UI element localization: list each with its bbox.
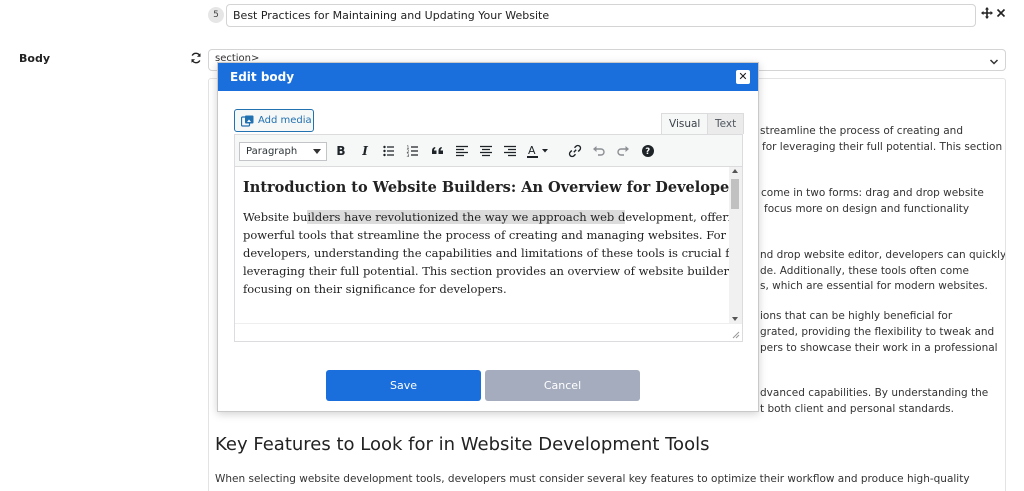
svg-text:A: A (528, 144, 536, 157)
redo-icon[interactable] (615, 143, 631, 159)
undo-icon[interactable] (591, 143, 607, 159)
body-field-label: Body (19, 52, 50, 65)
scroll-thumb[interactable] (731, 179, 739, 209)
close-icon[interactable]: ✕ (736, 70, 750, 84)
preview-line: come in two forms: drag and drop website (761, 187, 984, 199)
align-center-icon[interactable] (478, 143, 494, 159)
chevron-down-icon (989, 53, 999, 65)
content-paragraph-line: powerful tools that streamline the proce… (243, 228, 727, 242)
scroll-down-arrow-icon[interactable] (732, 317, 738, 321)
edit-body-modal: Edit body ✕ Add media Visual Text Paragr… (217, 62, 759, 412)
align-right-icon[interactable] (502, 143, 518, 159)
save-button[interactable]: Save (326, 370, 481, 401)
format-select-value: Paragraph (246, 146, 298, 157)
content-paragraph-line: developers, understanding the capabiliti… (243, 246, 729, 260)
content-paragraph-line: focusing on their significance for devel… (243, 282, 507, 296)
preview-line: de. Additionally, these tools often come (760, 265, 969, 277)
editor-statusbar (235, 323, 742, 341)
preview-line: pers to showcase their work in a profess… (760, 342, 998, 354)
editor-toolbar: Paragraph B I 123 A ? (235, 135, 742, 167)
item-number-badge: 5 (208, 7, 224, 23)
tab-visual[interactable]: Visual (661, 113, 709, 134)
cancel-button[interactable]: Cancel (485, 370, 640, 401)
text-color-icon[interactable]: A (526, 143, 550, 159)
blockquote-icon[interactable] (430, 143, 446, 159)
rich-text-editor[interactable]: Paragraph B I 123 A ? Introduction to We… (234, 134, 743, 342)
preview-bottom-line: When selecting website development tools… (215, 473, 970, 485)
preview-line: nd drop website editor, developers can q… (760, 249, 1006, 261)
numbered-list-icon[interactable]: 123 (405, 143, 421, 159)
preview-line: focus more on design and functionality (764, 203, 970, 215)
add-media-button[interactable]: Add media (234, 109, 314, 132)
svg-text:3: 3 (407, 153, 410, 159)
bold-icon[interactable]: B (333, 143, 349, 159)
modal-header: Edit body ✕ (218, 63, 758, 91)
content-heading: Introduction to Website Builders: An Ove… (243, 179, 729, 196)
title-input[interactable]: Best Practices for Maintaining and Updat… (226, 4, 976, 27)
bullet-list-icon[interactable] (381, 143, 397, 159)
preview-line: for leveraging their full potential. Thi… (762, 141, 1003, 153)
editor-scrollbar[interactable] (729, 167, 742, 323)
align-left-icon[interactable] (454, 143, 470, 159)
preview-line: grated, providing the flexibility to twe… (760, 326, 995, 338)
preview-line: dvanced capabilities. By understanding t… (760, 387, 989, 399)
preview-line: t both client and personal standards. (760, 403, 954, 415)
content-paragraph-line: Website builders have revolutionized the… (243, 208, 729, 226)
media-icon (241, 115, 254, 127)
tab-text[interactable]: Text (707, 113, 745, 134)
italic-icon[interactable]: I (357, 143, 373, 159)
selected-text: ilders have revolutionized the way we ap… (307, 210, 626, 224)
content-paragraph-line: leveraging their full potential. This se… (243, 264, 729, 278)
modal-title: Edit body (230, 70, 295, 84)
link-icon[interactable] (567, 143, 583, 159)
resize-handle-icon[interactable] (732, 331, 740, 339)
preview-line: ions that can be highly beneficial for (760, 310, 953, 322)
dropdown-arrow-icon (313, 149, 321, 154)
help-icon[interactable]: ? (640, 143, 656, 159)
scroll-up-arrow-icon[interactable] (732, 169, 738, 173)
remove-icon[interactable] (996, 7, 1006, 21)
content-text: Website bu (243, 210, 308, 224)
format-select[interactable]: Paragraph (239, 142, 327, 161)
refresh-icon[interactable] (190, 52, 202, 65)
content-text: evelopment, offering (625, 210, 729, 224)
move-icon[interactable] (981, 7, 993, 21)
preview-line: s, which are essential for modern websit… (760, 280, 988, 292)
svg-text:?: ? (645, 147, 650, 157)
editor-content[interactable]: Introduction to Website Builders: An Ove… (235, 167, 729, 323)
add-media-label: Add media (258, 115, 312, 126)
preview-heading: Key Features to Look for in Website Deve… (215, 434, 710, 455)
preview-line: streamline the process of creating and (760, 125, 963, 137)
